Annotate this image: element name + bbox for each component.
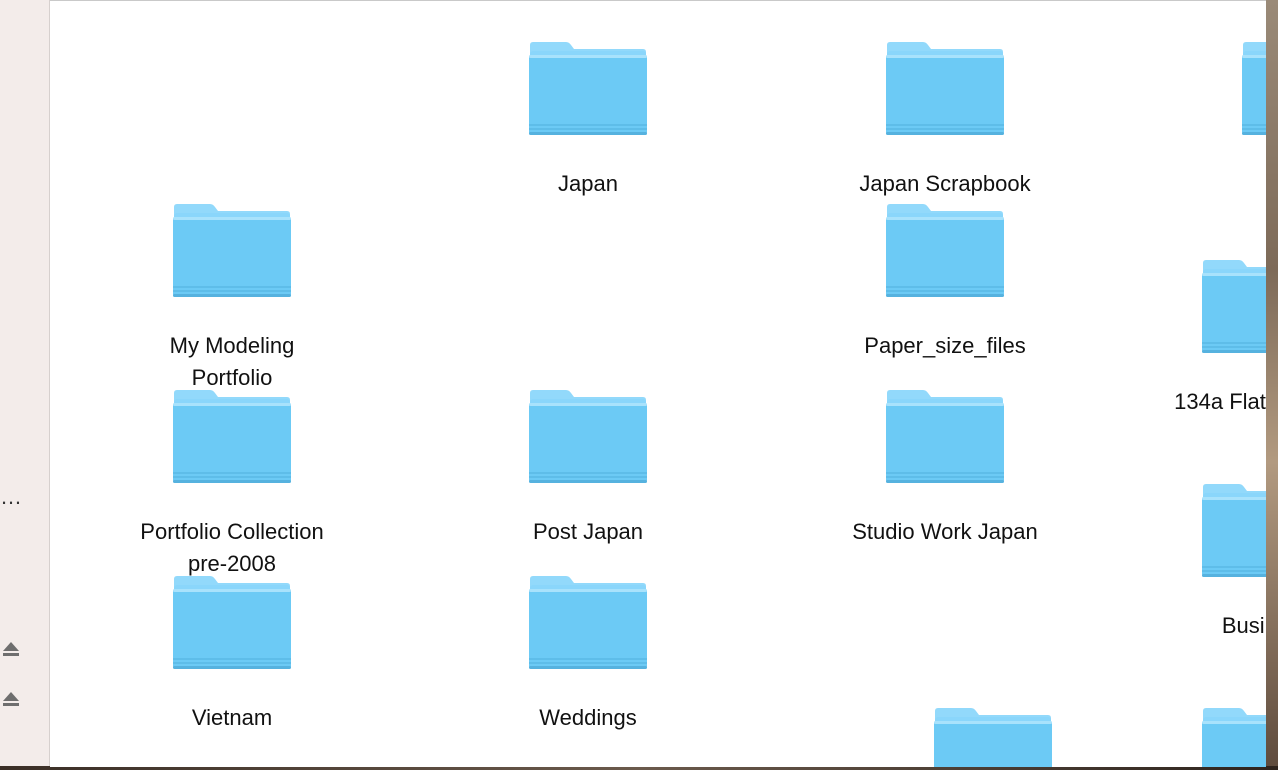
folder-icon <box>172 203 292 299</box>
folder-icon <box>933 707 1053 767</box>
folder-label: Paper_size_files <box>864 333 1026 358</box>
folder-item-my-modeling-portfolio[interactable]: My Modeling Portfolio <box>112 203 352 394</box>
folder-label: 134a Flat M Probl <box>1174 389 1266 414</box>
folder-label: TW <box>1181 168 1266 200</box>
folder-label: Weddings <box>539 705 637 730</box>
folder-item-weddings[interactable]: Weddings <box>468 575 708 734</box>
folder-item-134a-flat[interactable]: 134a Flat M Probl <box>1141 259 1266 418</box>
folder-icon <box>528 41 648 137</box>
folder-label: Busines <box>1221 613 1266 638</box>
folder-item-japan[interactable]: Japan <box>468 41 708 200</box>
folder-icon <box>1201 707 1266 767</box>
folder-icon <box>172 575 292 671</box>
folder-label: Japan Scrapbook <box>859 171 1031 196</box>
finder-icon-view: Japan Japan Scrapbook TW My Modeling Por… <box>50 0 1266 767</box>
folder-item-portfolio-collection[interactable]: Portfolio Collection pre-2008 <box>112 389 352 580</box>
folder-icon <box>885 41 1005 137</box>
folder-icon <box>1241 41 1266 137</box>
folder-label: Studio Work Japan <box>852 519 1038 544</box>
desktop-background <box>1266 0 1278 770</box>
folder-item-japan-scrapbook[interactable]: Japan Scrapbook <box>825 41 1065 200</box>
folder-icon <box>885 203 1005 299</box>
folder-item-business[interactable]: Busines <box>1141 483 1266 642</box>
folder-item-studio-work-japan[interactable]: Studio Work Japan <box>825 389 1065 548</box>
folder-label: Japan <box>558 171 618 196</box>
folder-item-post-japan[interactable]: Post Japan <box>468 389 708 548</box>
folder-item-paper-size-files[interactable]: Paper_size_files <box>825 203 1065 362</box>
folder-item-partial[interactable] <box>1141 707 1266 767</box>
folder-icon <box>528 389 648 485</box>
folder-item-vietnam[interactable]: Vietnam <box>112 575 352 734</box>
folder-icon <box>885 389 1005 485</box>
folder-label: Portfolio Collection pre-2008 <box>140 519 324 576</box>
folder-label: My Modeling Portfolio <box>169 333 295 390</box>
finder-sidebar: … <box>0 0 50 766</box>
folder-label: Vietnam <box>191 705 273 730</box>
folder-item-tw[interactable]: TW <box>1181 41 1266 200</box>
folder-icon <box>528 575 648 671</box>
folder-item-partial[interactable] <box>873 707 1113 767</box>
folder-icon <box>172 389 292 485</box>
eject-icon[interactable] <box>2 642 20 662</box>
sidebar-truncated-item[interactable]: … <box>0 484 23 510</box>
folder-icon <box>1201 259 1266 355</box>
folder-icon <box>1201 483 1266 579</box>
eject-icon[interactable] <box>2 692 20 712</box>
folder-label: Post Japan <box>532 519 644 544</box>
